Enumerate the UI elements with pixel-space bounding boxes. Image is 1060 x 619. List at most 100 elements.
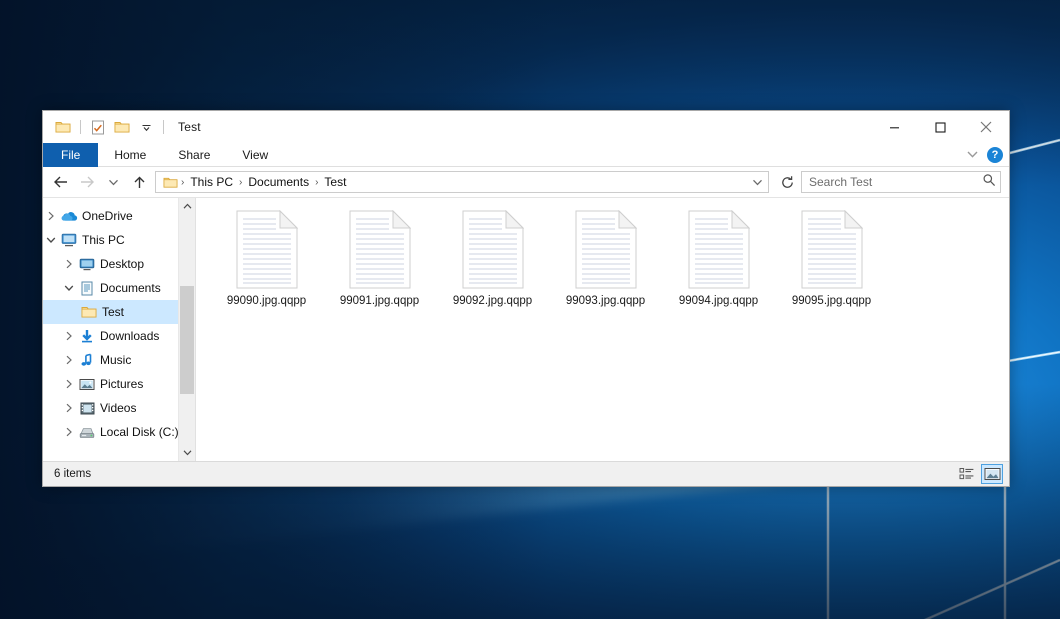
breadcrumb-item-this-pc[interactable]: This PC — [186, 175, 237, 189]
back-button[interactable] — [49, 170, 73, 194]
sidebar-item-this-pc[interactable]: This PC — [43, 228, 195, 252]
chevron-right-icon[interactable] — [61, 403, 77, 413]
list-item[interactable]: 99094.jpg.qqpp — [662, 206, 775, 313]
sidebar-item-label: Desktop — [100, 257, 144, 271]
chevron-right-icon[interactable] — [61, 427, 77, 437]
chevron-right-icon[interactable] — [61, 355, 77, 365]
ribbon-right-controls: ? — [966, 143, 1003, 167]
document-icon — [236, 210, 298, 289]
chevron-right-icon[interactable] — [61, 379, 77, 389]
list-item[interactable]: 99091.jpg.qqpp — [323, 206, 436, 313]
sidebar-item-onedrive[interactable]: OneDrive — [43, 204, 195, 228]
chevron-right-icon[interactable] — [43, 211, 59, 221]
view-toggle-group — [956, 464, 1003, 484]
file-grid: 99090.jpg.qqpp 99091.jpg.qqpp — [196, 198, 1009, 313]
breadcrumb-separator-2: › — [314, 177, 319, 188]
videos-icon — [77, 402, 97, 415]
breadcrumb-item-test[interactable]: Test — [320, 175, 350, 189]
sidebar-item-label: Documents — [100, 281, 161, 295]
sidebar-item-music[interactable]: Music — [43, 348, 195, 372]
refresh-icon[interactable] — [775, 170, 799, 194]
search-box[interactable]: Search Test — [801, 171, 1001, 193]
document-icon — [575, 210, 637, 289]
chevron-down-icon[interactable] — [136, 117, 156, 137]
window-controls — [871, 111, 1009, 143]
sidebar-item-downloads[interactable]: Downloads — [43, 324, 195, 348]
details-view-button[interactable] — [956, 464, 978, 484]
navigation-pane-scrollbar[interactable] — [178, 198, 195, 461]
sidebar-item-desktop[interactable]: Desktop — [43, 252, 195, 276]
ribbon-tab-bar: File Home Share View ? — [43, 143, 1009, 167]
sidebar-item-documents[interactable]: Documents — [43, 276, 195, 300]
downloads-icon — [77, 329, 97, 344]
file-explorer-window: Test File Home Share View ? — [42, 110, 1010, 487]
chevron-down-icon[interactable] — [61, 284, 77, 292]
list-item[interactable]: 99092.jpg.qqpp — [436, 206, 549, 313]
help-icon[interactable]: ? — [987, 147, 1003, 163]
list-item[interactable]: 99093.jpg.qqpp — [549, 206, 662, 313]
chevron-down-icon[interactable] — [966, 146, 979, 164]
file-name: 99094.jpg.qqpp — [679, 295, 758, 307]
forward-button[interactable] — [75, 170, 99, 194]
list-item[interactable]: 99095.jpg.qqpp — [775, 206, 888, 313]
file-name: 99090.jpg.qqpp — [227, 295, 306, 307]
music-icon — [77, 353, 97, 368]
file-name: 99091.jpg.qqpp — [340, 295, 419, 307]
tab-view[interactable]: View — [226, 143, 284, 167]
document-icon — [801, 210, 863, 289]
onedrive-icon — [59, 210, 79, 222]
document-icon — [688, 210, 750, 289]
folder-icon[interactable] — [53, 117, 73, 137]
chevron-right-icon[interactable] — [61, 259, 77, 269]
properties-icon[interactable] — [88, 117, 108, 137]
details-view-icon — [959, 467, 975, 481]
chevron-down-icon[interactable] — [179, 444, 195, 461]
scrollbar-thumb[interactable] — [180, 286, 194, 394]
tab-file[interactable]: File — [43, 143, 98, 167]
new-folder-icon[interactable] — [112, 117, 132, 137]
recent-locations-button[interactable] — [101, 170, 125, 194]
chevron-down-icon[interactable] — [43, 236, 59, 244]
sidebar-item-local-disk-c[interactable]: Local Disk (C:) — [43, 420, 195, 444]
sidebar-item-pictures[interactable]: Pictures — [43, 372, 195, 396]
sidebar-item-label: Test — [102, 305, 124, 319]
large-icons-view-button[interactable] — [981, 464, 1003, 484]
item-count-label: 6 items — [54, 468, 91, 480]
search-icon[interactable] — [982, 173, 996, 192]
chevron-down-icon[interactable] — [748, 172, 766, 192]
quick-access-toolbar: Test — [43, 111, 201, 143]
tab-home[interactable]: Home — [98, 143, 162, 167]
address-bar-controls — [748, 172, 766, 192]
address-bar[interactable]: › This PC › Documents › Test — [155, 171, 769, 193]
sidebar-item-label: Music — [100, 353, 131, 367]
title-bar: Test — [43, 111, 1009, 143]
file-name: 99095.jpg.qqpp — [792, 295, 871, 307]
search-input[interactable]: Search Test — [809, 175, 982, 189]
file-name: 99092.jpg.qqpp — [453, 295, 532, 307]
maximize-button[interactable] — [917, 111, 963, 143]
address-bar-row: › This PC › Documents › Test Search Test — [43, 167, 1009, 197]
sidebar-item-test[interactable]: Test — [43, 300, 195, 324]
window-title: Test — [178, 120, 201, 134]
status-bar: 6 items — [43, 461, 1009, 486]
breadcrumb: › This PC › Documents › Test — [161, 172, 748, 192]
up-button[interactable] — [127, 170, 151, 194]
sidebar-item-label: Downloads — [100, 329, 159, 343]
chevron-right-icon[interactable] — [61, 331, 77, 341]
close-button[interactable] — [963, 111, 1009, 143]
navigation-pane: OneDrive This PC — [43, 198, 195, 461]
file-name: 99093.jpg.qqpp — [566, 295, 645, 307]
tab-share[interactable]: Share — [162, 143, 226, 167]
file-list-view[interactable]: 99090.jpg.qqpp 99091.jpg.qqpp — [196, 198, 1009, 461]
breadcrumb-separator-1: › — [238, 177, 243, 188]
chevron-up-icon[interactable] — [179, 198, 195, 215]
minimize-button[interactable] — [871, 111, 917, 143]
sidebar-item-videos[interactable]: Videos — [43, 396, 195, 420]
drive-icon — [77, 426, 97, 439]
documents-icon — [77, 281, 97, 296]
folder-icon — [161, 172, 179, 192]
breadcrumb-item-documents[interactable]: Documents — [244, 175, 313, 189]
list-item[interactable]: 99090.jpg.qqpp — [210, 206, 323, 313]
sidebar-item-label: This PC — [82, 233, 125, 247]
sidebar-item-label: Videos — [100, 401, 136, 415]
